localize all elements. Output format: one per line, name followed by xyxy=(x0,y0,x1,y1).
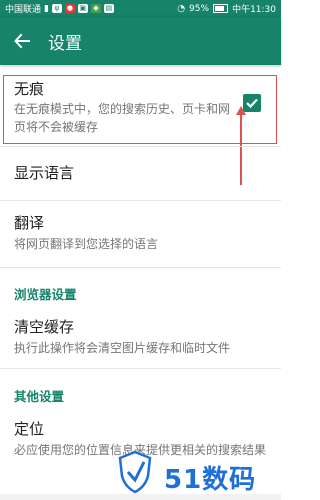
notification-icon-2: ▣ xyxy=(77,4,88,13)
setting-translate-desc: 将网页翻译到您选择的语言 xyxy=(14,237,159,251)
signal-icon: ▮ xyxy=(44,3,49,14)
carrier-label: 中国联通 xyxy=(5,5,42,15)
clock: 中午11:30 xyxy=(232,5,276,15)
setting-translate[interactable]: 翻译 将网页翻译到您选择的语言 xyxy=(14,212,269,253)
app-bar: 设置 xyxy=(0,17,281,65)
status-right: ◔ 95% 中午11:30 xyxy=(177,2,281,16)
status-left: 中国联通 ▮ ψ ● ▣ ◆ ▤ xyxy=(0,2,114,15)
setting-translate-title: 翻译 xyxy=(14,214,45,232)
wifi-icon: ◔ xyxy=(177,3,186,14)
battery-percent: 95% xyxy=(189,3,210,14)
setting-clear-cache-title: 清空缓存 xyxy=(14,318,75,336)
notification-icon-3: ◆ xyxy=(90,4,101,13)
setting-location-title: 定位 xyxy=(14,420,45,438)
battery-icon xyxy=(213,4,229,13)
section-header-browser: 浏览器设置 xyxy=(14,287,77,302)
usb-icon: ψ xyxy=(51,4,62,13)
bottom-strip xyxy=(0,494,281,500)
back-arrow-icon[interactable] xyxy=(8,27,36,55)
status-bar: 中国联通 ▮ ψ ● ▣ ◆ ▤ ◔ 95% 中午11:30 xyxy=(0,0,281,17)
divider xyxy=(0,146,281,147)
divider xyxy=(0,368,281,369)
setting-language[interactable]: 显示语言 xyxy=(14,162,269,183)
notification-icon-4: ▤ xyxy=(103,4,114,13)
notification-icon-1: ● xyxy=(64,4,75,13)
section-header-other: 其他设置 xyxy=(14,389,65,404)
divider xyxy=(0,200,281,201)
shield-logo-icon xyxy=(118,450,152,494)
annotation-arrow-head xyxy=(236,106,246,115)
page-title: 设置 xyxy=(48,33,82,54)
setting-clear-cache[interactable]: 清空缓存 执行此操作将会清空图片缓存和临时文件 xyxy=(14,316,269,357)
watermark-text: 51数码 xyxy=(164,465,257,495)
divider xyxy=(0,267,281,268)
setting-clear-cache-desc: 执行此操作将会清空图片缓存和临时文件 xyxy=(14,341,231,355)
setting-language-title: 显示语言 xyxy=(14,164,75,182)
